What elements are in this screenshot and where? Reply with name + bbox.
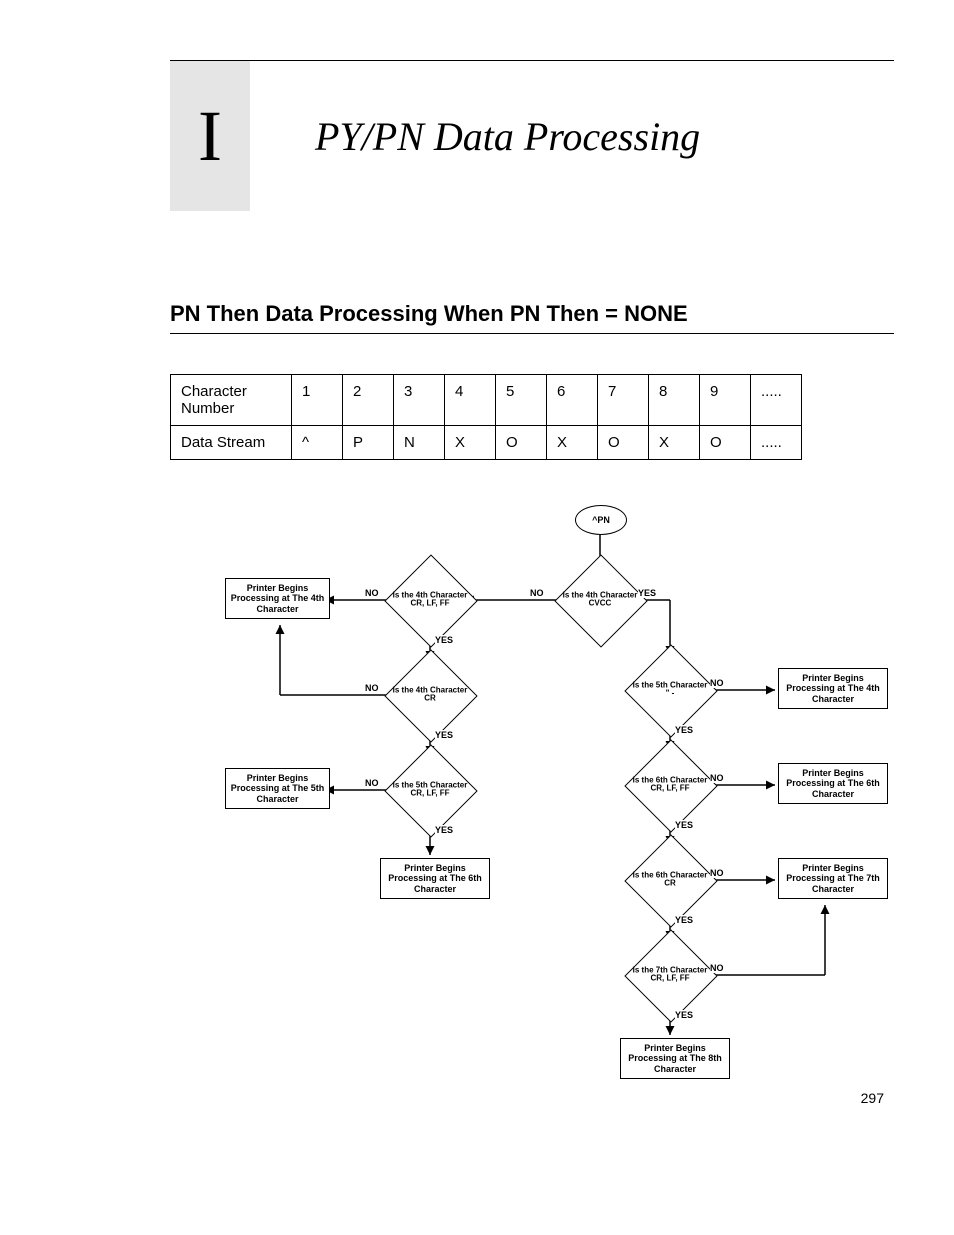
chapter-title: PY/PN Data Processing bbox=[315, 113, 700, 160]
label-yes: YES bbox=[675, 820, 693, 830]
label-yes: YES bbox=[675, 725, 693, 735]
page-number: 297 bbox=[60, 1090, 884, 1106]
cell: 9 bbox=[700, 375, 751, 426]
cell: X bbox=[445, 426, 496, 460]
label-no: NO bbox=[710, 678, 724, 688]
table-row: Character Number 1 2 3 4 5 6 7 8 9 ..... bbox=[171, 375, 802, 426]
label-no: NO bbox=[710, 963, 724, 973]
process-6th-right: Printer Begins Processing at The 6th Cha… bbox=[778, 763, 888, 804]
cell: P bbox=[343, 426, 394, 460]
cell: 8 bbox=[649, 375, 700, 426]
chapter-letter: I bbox=[198, 95, 222, 178]
label-yes: YES bbox=[675, 1010, 693, 1020]
chapter-box: I bbox=[170, 61, 250, 211]
cell: ..... bbox=[751, 375, 802, 426]
decision-6th-crlfff: Is the 6th Character CR, LF, FF bbox=[638, 753, 702, 817]
decision-4th-crlfff: Is the 4th Character CR, LF, FF bbox=[398, 568, 462, 632]
cell: 2 bbox=[343, 375, 394, 426]
decision-7th-crlfff: Is the 7th Character CR, LF, FF bbox=[638, 943, 702, 1007]
process-7th: Printer Begins Processing at The 7th Cha… bbox=[778, 858, 888, 899]
cell: X bbox=[649, 426, 700, 460]
label-no: NO bbox=[710, 773, 724, 783]
cell: X bbox=[547, 426, 598, 460]
decision-4th-cvcc: Is the 4th Character CVCC bbox=[568, 568, 632, 632]
process-8th: Printer Begins Processing at The 8th Cha… bbox=[620, 1038, 730, 1079]
section-heading: PN Then Data Processing When PN Then = N… bbox=[170, 301, 894, 334]
process-5th: Printer Begins Processing at The 5th Cha… bbox=[225, 768, 330, 809]
label-yes: YES bbox=[638, 588, 656, 598]
cell: ..... bbox=[751, 426, 802, 460]
label-no: NO bbox=[365, 778, 379, 788]
cell: O bbox=[598, 426, 649, 460]
flow-start-text: ^PN bbox=[592, 515, 610, 525]
label-yes: YES bbox=[435, 635, 453, 645]
chapter-header: I PY/PN Data Processing bbox=[60, 61, 894, 211]
flowchart: ^PN Is the 4th Character CVCC YES NO Is … bbox=[170, 500, 930, 1080]
data-table: Character Number 1 2 3 4 5 6 7 8 9 .....… bbox=[170, 374, 802, 460]
cell: 4 bbox=[445, 375, 496, 426]
process-4th-right: Printer Begins Processing at The 4th Cha… bbox=[778, 668, 888, 709]
process-6th-left: Printer Begins Processing at The 6th Cha… bbox=[380, 858, 490, 899]
cell: Character Number bbox=[171, 375, 292, 426]
table-row: Data Stream ^ P N X O X O X O ..... bbox=[171, 426, 802, 460]
cell: Data Stream bbox=[171, 426, 292, 460]
cell: 7 bbox=[598, 375, 649, 426]
cell: O bbox=[700, 426, 751, 460]
cell: O bbox=[496, 426, 547, 460]
label-yes: YES bbox=[435, 825, 453, 835]
label-yes: YES bbox=[675, 915, 693, 925]
decision-6th-cr: Is the 6th Character CR bbox=[638, 848, 702, 912]
cell: 6 bbox=[547, 375, 598, 426]
label-no: NO bbox=[530, 588, 544, 598]
cell: 5 bbox=[496, 375, 547, 426]
label-no: NO bbox=[365, 588, 379, 598]
decision-4th-cr: Is the 4th Character CR bbox=[398, 663, 462, 727]
cell: N bbox=[394, 426, 445, 460]
process-4th-left: Printer Begins Processing at The 4th Cha… bbox=[225, 578, 330, 619]
label-no: NO bbox=[365, 683, 379, 693]
label-yes: YES bbox=[435, 730, 453, 740]
cell: 1 bbox=[292, 375, 343, 426]
decision-5th-crlfff: Is the 5th Character CR, LF, FF bbox=[398, 758, 462, 822]
decision-5th-quote: Is the 5th Character " - bbox=[638, 658, 702, 722]
cell: 3 bbox=[394, 375, 445, 426]
flow-start: ^PN bbox=[575, 505, 627, 535]
cell: ^ bbox=[292, 426, 343, 460]
label-no: NO bbox=[710, 868, 724, 878]
